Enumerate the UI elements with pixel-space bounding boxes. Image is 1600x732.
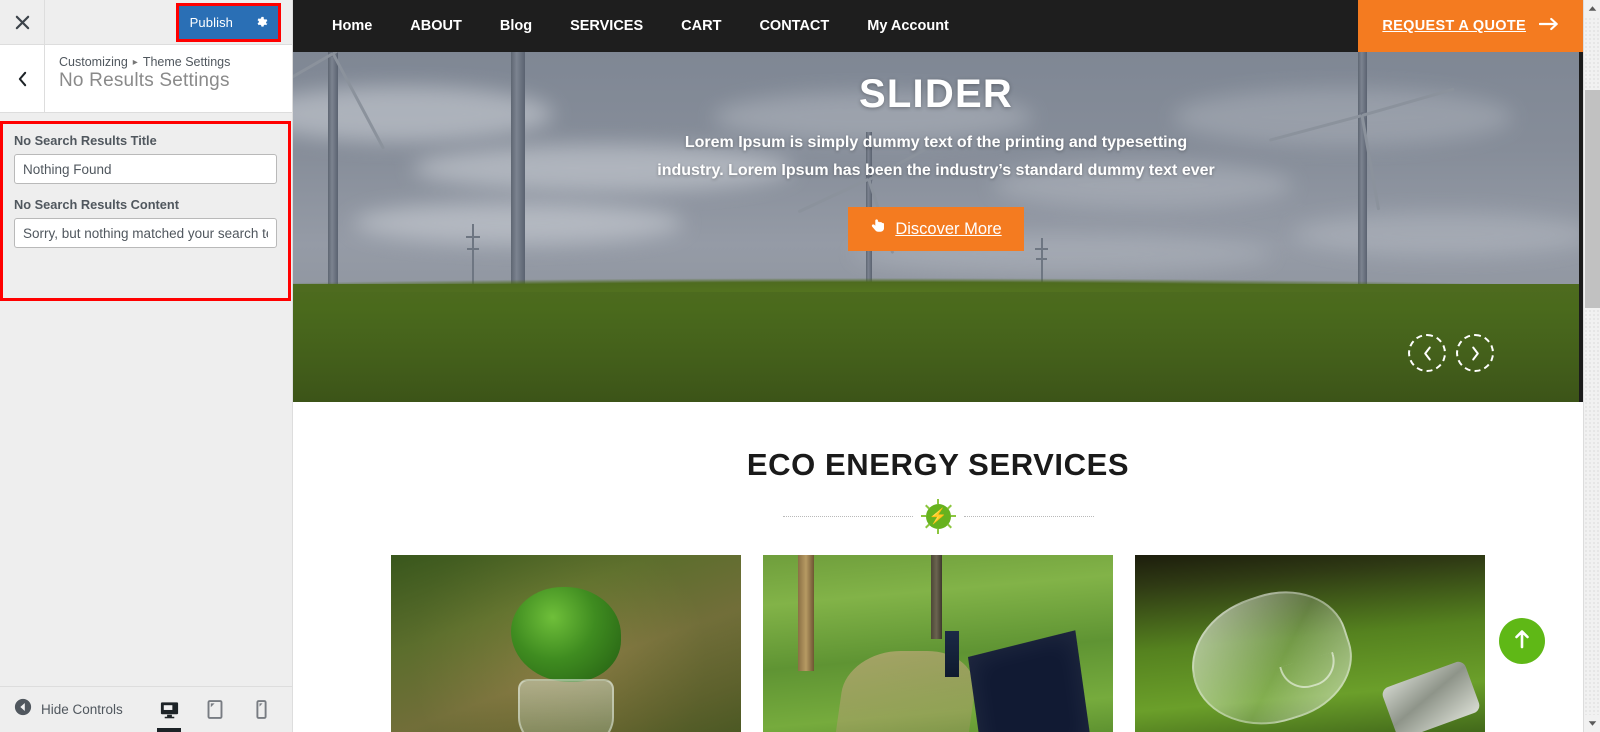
nav-item-about[interactable]: ABOUT [391, 18, 481, 34]
service-image-1 [391, 555, 741, 732]
customizer-screen: Publish Customizing ▸ Theme Settings No … [0, 0, 1600, 732]
publish-highlight-box: Publish [175, 3, 281, 42]
tablet-icon[interactable] [200, 688, 230, 732]
hand-pointer-icon [870, 218, 887, 240]
no-results-settings-section: No Search Results Title No Search Result… [0, 121, 291, 301]
no-search-results-title-label: No Search Results Title [14, 133, 157, 148]
services-grid [293, 555, 1583, 732]
customizer-header: Customizing ▸ Theme Settings No Results … [0, 45, 292, 113]
divider-line-left [782, 516, 913, 517]
arrow-up-icon [1514, 629, 1530, 654]
breadcrumb: Customizing ▸ Theme Settings [59, 55, 230, 69]
service-image-3 [1135, 555, 1485, 732]
hero-slider: SLIDER Lorem Ipsum is simply dummy text … [293, 52, 1583, 402]
customizer-titles: Customizing ▸ Theme Settings No Results … [45, 45, 230, 112]
discover-more-button[interactable]: Discover More [848, 207, 1024, 251]
hero-subtitle: Lorem Ipsum is simply dummy text of the … [657, 134, 1215, 179]
scrollbar-thumb[interactable] [1585, 90, 1600, 308]
discover-more-label: Discover More [895, 219, 1002, 238]
nav-item-contact[interactable]: CONTACT [740, 18, 848, 34]
service-card-3[interactable] [1135, 555, 1485, 732]
publish-button[interactable]: Publish [178, 6, 244, 39]
close-icon[interactable] [0, 0, 45, 44]
site-navigation: Home ABOUT Blog SERVICES CART CONTACT My… [293, 0, 1583, 52]
customizer-topbar: Publish [0, 0, 292, 45]
no-search-results-content-label: No Search Results Content [14, 197, 179, 212]
breadcrumb-parent[interactable]: Theme Settings [143, 55, 231, 69]
device-preview-buttons [154, 688, 276, 732]
nav-item-my-account[interactable]: My Account [848, 18, 968, 34]
customizer-footer: Hide Controls [0, 686, 292, 732]
breadcrumb-separator-icon: ▸ [132, 56, 138, 68]
page-scrollbar[interactable] [1583, 0, 1600, 732]
site-preview-pane: Home ABOUT Blog SERVICES CART CONTACT My… [293, 0, 1600, 732]
chevron-right-icon[interactable] [1456, 334, 1494, 372]
nav-item-services[interactable]: SERVICES [551, 18, 662, 34]
services-title: ECO ENERGY SERVICES [746, 447, 1130, 482]
eco-energy-services-section: ECO ENERGY SERVICES ⚡ [293, 402, 1583, 732]
desktop-icon[interactable] [154, 688, 184, 732]
service-card-2[interactable] [763, 555, 1113, 732]
scroll-up-icon[interactable] [1584, 0, 1600, 17]
page-title: No Results Settings [59, 70, 230, 91]
hero-slider-arrows [1408, 334, 1494, 372]
hide-controls-button[interactable]: Hide Controls [14, 698, 123, 721]
customizer-sidebar: Publish Customizing ▸ Theme Settings No … [0, 0, 293, 732]
hero-content: SLIDER Lorem Ipsum is simply dummy text … [293, 72, 1579, 251]
no-search-results-content-input[interactable] [14, 218, 277, 248]
hide-controls-label: Hide Controls [41, 702, 123, 717]
no-search-results-title-input[interactable] [14, 154, 277, 184]
services-divider: ⚡ [293, 499, 1583, 534]
service-card-1[interactable] [391, 555, 741, 732]
chevron-left-icon[interactable] [1408, 334, 1446, 372]
chevron-left-icon[interactable] [0, 45, 45, 112]
collapse-arrow-icon [14, 698, 32, 721]
hero-title: SLIDER [859, 72, 1013, 116]
scroll-down-icon[interactable] [1584, 715, 1600, 732]
mobile-icon[interactable] [246, 688, 276, 732]
preview-inner: Home ABOUT Blog SERVICES CART CONTACT My… [293, 0, 1583, 732]
hero-grass [293, 278, 1579, 402]
divider-line-right [963, 516, 1094, 517]
lightning-bolt-icon: ⚡ [920, 499, 956, 534]
scroll-to-top-button[interactable] [1499, 618, 1545, 664]
breadcrumb-root[interactable]: Customizing [59, 55, 128, 69]
request-a-quote-button[interactable]: REQUEST A QUOTE [1358, 0, 1583, 52]
gear-icon[interactable] [244, 6, 278, 39]
nav-item-blog[interactable]: Blog [481, 18, 551, 34]
nav-items: Home ABOUT Blog SERVICES CART CONTACT My… [293, 18, 968, 34]
nav-item-cart[interactable]: CART [662, 18, 740, 34]
arrow-right-icon [1538, 17, 1559, 36]
request-a-quote-label: REQUEST A QUOTE [1382, 18, 1526, 34]
service-image-2 [763, 555, 1113, 732]
nav-item-home[interactable]: Home [313, 18, 391, 34]
